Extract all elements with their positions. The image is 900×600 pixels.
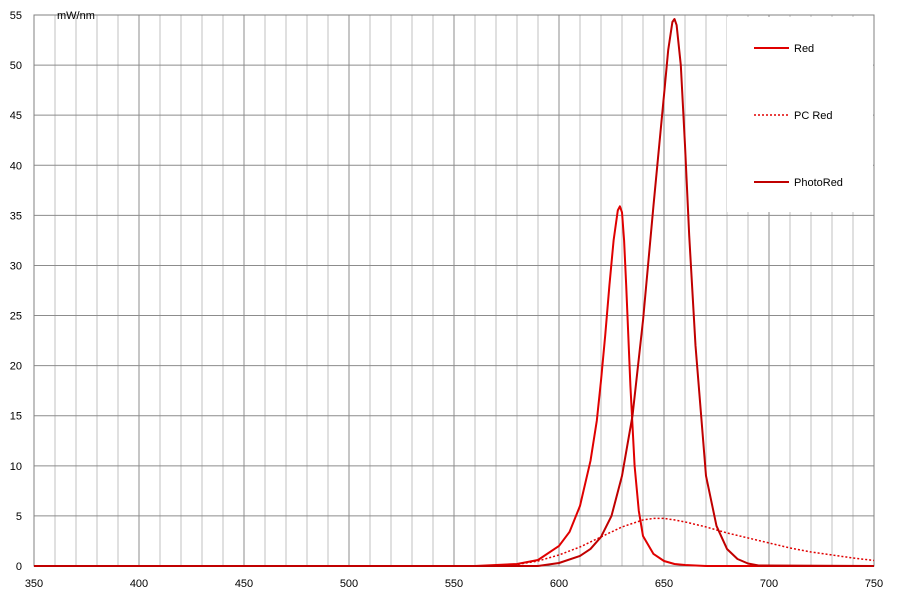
x-tick-label: 450 [235, 578, 253, 590]
x-tick-label: 400 [130, 578, 148, 590]
legend: Red PC Red PhotoRed [727, 17, 873, 212]
legend-label: PC Red [794, 110, 833, 122]
x-tick-label: 650 [655, 578, 673, 590]
y-tick-label: 25 [10, 311, 22, 323]
y-tick-label: 50 [10, 60, 22, 72]
x-tick-label: 350 [25, 578, 43, 590]
y-tick-label: 0 [16, 561, 22, 573]
x-tick-label: 750 [865, 578, 883, 590]
y-tick-label: 15 [10, 411, 22, 423]
y-tick-label: 45 [10, 110, 22, 122]
legend-label: Red [794, 43, 814, 55]
y-tick-label: 30 [10, 260, 22, 272]
x-tick-label: 600 [550, 578, 568, 590]
x-tick-label: 700 [760, 578, 778, 590]
y-tick-label: 35 [10, 210, 22, 222]
y-tick-label: 5 [16, 511, 22, 523]
x-tick-label: 550 [445, 578, 463, 590]
y-tick-label: 10 [10, 461, 22, 473]
y-tick-label: 40 [10, 160, 22, 172]
x-tick-label: 500 [340, 578, 358, 590]
y-tick-label: 55 [10, 10, 22, 22]
y-unit-label: mW/nm [57, 10, 95, 22]
y-tick-label: 20 [10, 361, 22, 373]
legend-label: PhotoRed [794, 177, 843, 189]
spectral-power-chart: 350 400 450 500 550 600 650 700 750 0 5 10 15 20 25 30… [0, 0, 900, 600]
